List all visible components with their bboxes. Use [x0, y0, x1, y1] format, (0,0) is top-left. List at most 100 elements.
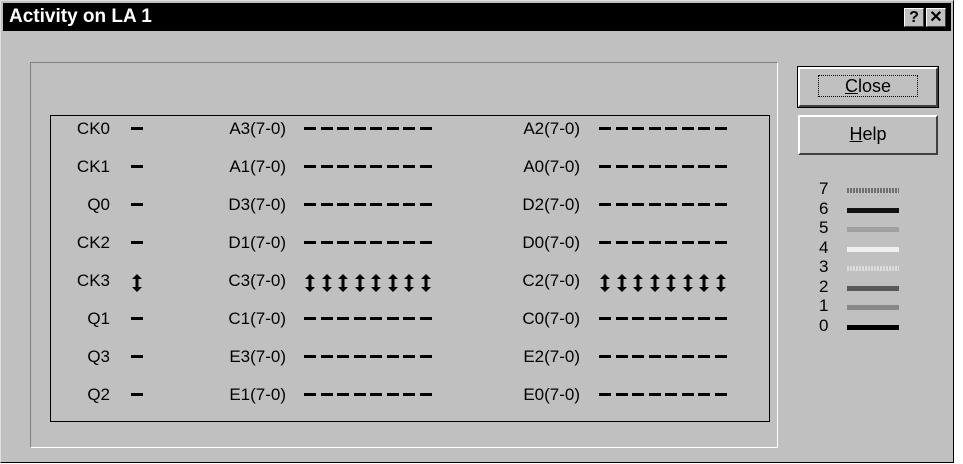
signal-label: D1(7-0)	[228, 233, 286, 252]
toggle-activity-icon	[649, 273, 663, 293]
toggle-activity-icon	[370, 273, 384, 293]
low-activity-mark	[131, 197, 145, 217]
low-activity-mark	[337, 387, 351, 407]
low-activity-mark	[353, 311, 368, 331]
low-activity-mark	[304, 311, 318, 331]
toggle-activity-icon	[715, 273, 729, 293]
legend-level-label: 2	[819, 276, 829, 296]
low-activity-mark	[386, 235, 401, 255]
low-activity-mark	[714, 121, 729, 141]
signal-label: D2(7-0)	[522, 195, 580, 214]
low-activity-mark	[615, 387, 630, 407]
low-activity-mark	[648, 311, 663, 331]
low-activity-mark	[337, 121, 351, 141]
low-activity-mark	[337, 235, 351, 255]
low-activity-mark	[714, 159, 729, 179]
low-activity-mark	[131, 387, 145, 407]
toggle-activity-icon	[665, 273, 679, 293]
signal-label: D3(7-0)	[228, 195, 286, 214]
signal-label: A1(7-0)	[229, 157, 286, 176]
low-activity-mark	[599, 159, 613, 179]
signal-label: CK3	[76, 271, 110, 290]
low-activity-mark	[419, 387, 434, 407]
low-activity-mark	[131, 121, 145, 141]
low-activity-mark	[353, 159, 368, 179]
signal-label: CK1	[76, 157, 110, 176]
low-activity-mark	[665, 197, 679, 217]
toggle-activity-icon	[616, 273, 630, 293]
window-title: Activity on LA 1	[9, 6, 152, 27]
low-activity-mark	[632, 197, 646, 217]
legend-swatch	[847, 227, 899, 232]
low-activity-mark	[698, 159, 712, 179]
low-activity-mark	[353, 235, 368, 255]
signal-label: C3(7-0)	[228, 271, 286, 290]
low-activity-mark	[632, 235, 646, 255]
low-activity-mark	[304, 349, 318, 369]
low-activity-mark	[403, 159, 417, 179]
low-activity-mark	[353, 349, 368, 369]
low-activity-mark	[370, 311, 384, 331]
toggle-activity-icon	[321, 273, 335, 293]
low-activity-mark	[599, 197, 613, 217]
low-activity-mark	[632, 311, 646, 331]
low-activity-mark	[403, 197, 417, 217]
low-activity-mark	[632, 121, 646, 141]
low-activity-mark	[419, 121, 434, 141]
low-activity-mark	[648, 159, 663, 179]
low-activity-mark	[337, 349, 351, 369]
low-activity-mark	[320, 235, 335, 255]
toggle-activity-icon	[131, 273, 145, 293]
low-activity-mark	[599, 349, 613, 369]
signal-label: C1(7-0)	[228, 309, 286, 328]
signal-label: Q0	[87, 195, 110, 214]
legend-swatch	[847, 188, 899, 193]
window-close-button[interactable]: ✕	[926, 8, 946, 27]
low-activity-mark	[131, 159, 145, 179]
legend-swatch	[847, 324, 899, 330]
help-button[interactable]: Help	[798, 115, 938, 155]
low-activity-mark	[665, 159, 679, 179]
low-activity-mark	[681, 387, 696, 407]
low-activity-mark	[386, 121, 401, 141]
low-activity-mark	[370, 159, 384, 179]
legend-level-label: 6	[819, 198, 829, 218]
low-activity-mark	[698, 311, 712, 331]
signal-label: D0(7-0)	[522, 233, 580, 252]
toggle-activity-icon	[337, 273, 351, 293]
context-help-button[interactable]: ?	[904, 8, 924, 27]
low-activity-mark	[698, 235, 712, 255]
signal-label: A0(7-0)	[523, 157, 580, 176]
low-activity-mark	[320, 121, 335, 141]
low-activity-mark	[320, 349, 335, 369]
low-activity-mark	[615, 349, 630, 369]
low-activity-mark	[370, 235, 384, 255]
low-activity-mark	[370, 387, 384, 407]
low-activity-mark	[419, 311, 434, 331]
toggle-activity-icon	[403, 273, 417, 293]
close-icon: ✕	[929, 9, 943, 26]
low-activity-mark	[304, 235, 318, 255]
legend-level-label: 1	[819, 296, 829, 315]
low-activity-mark	[131, 235, 145, 255]
low-activity-mark	[386, 311, 401, 331]
low-activity-mark	[419, 235, 434, 255]
signal-label: CK0	[76, 119, 110, 138]
low-activity-mark	[337, 311, 351, 331]
signal-label: E2(7-0)	[523, 347, 580, 366]
low-activity-mark	[320, 197, 335, 217]
toggle-activity-icon	[599, 273, 613, 293]
signal-label: E3(7-0)	[229, 347, 286, 366]
low-activity-mark	[698, 387, 712, 407]
low-activity-mark	[714, 235, 729, 255]
low-activity-mark	[370, 349, 384, 369]
low-activity-mark	[648, 387, 663, 407]
low-activity-mark	[370, 121, 384, 141]
low-activity-mark	[615, 311, 630, 331]
low-activity-mark	[403, 235, 417, 255]
low-activity-mark	[681, 197, 696, 217]
close-button[interactable]: Close	[797, 66, 939, 108]
toggle-activity-icon	[387, 273, 401, 293]
legend-level-label: 7	[819, 179, 829, 198]
signal-label: A3(7-0)	[229, 119, 286, 138]
